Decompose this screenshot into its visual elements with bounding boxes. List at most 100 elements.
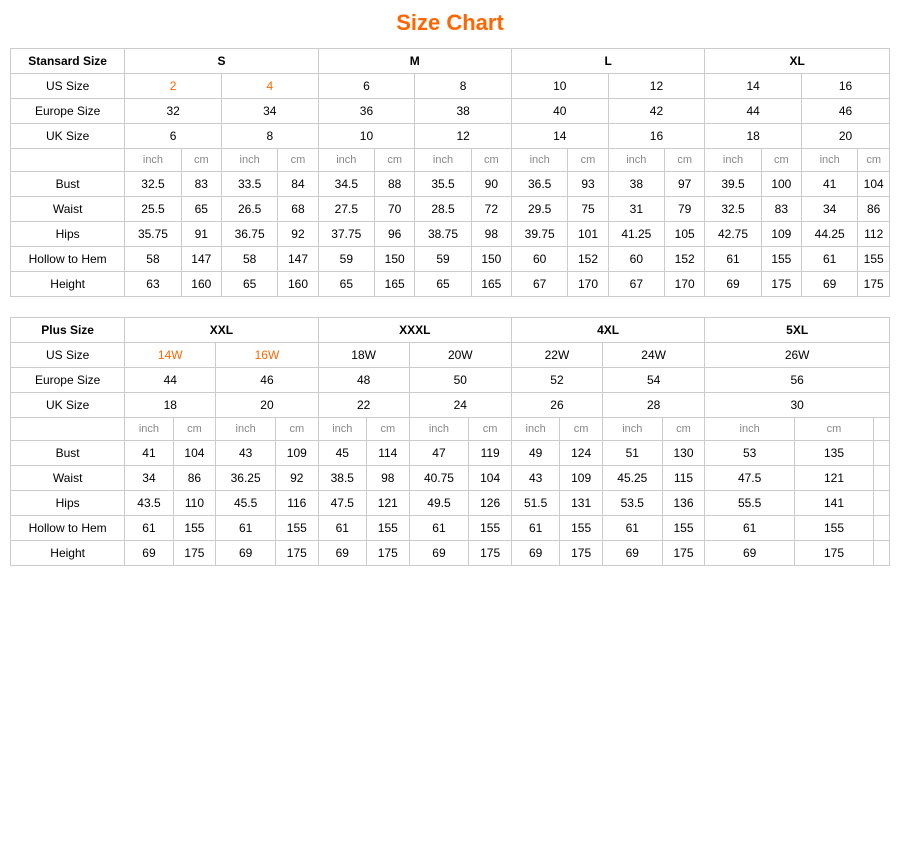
eu-val-7: 46 xyxy=(801,99,889,124)
plus-mval-5: 121 xyxy=(366,491,409,516)
measurement-val-4: 27.5 xyxy=(318,197,374,222)
measurement-val-10: 31 xyxy=(608,197,664,222)
plus-mval-7: 104 xyxy=(469,466,512,491)
plus-measurement-row: Height6917569175691756917569175691756917… xyxy=(11,541,890,566)
plus-mval-12: 53 xyxy=(705,441,795,466)
plus-mval-5: 175 xyxy=(366,541,409,566)
measurement-val-1: 65 xyxy=(181,197,221,222)
measurement-val-8: 36.5 xyxy=(511,172,567,197)
plus-mval-7: 175 xyxy=(469,541,512,566)
measurement-val-0: 35.75 xyxy=(125,222,181,247)
plus-mval-8: 69 xyxy=(511,541,559,566)
measurement-val-14: 34 xyxy=(801,197,857,222)
plus-unit-inch-1: inch xyxy=(216,418,276,441)
measurement-val-3: 147 xyxy=(278,247,318,272)
plus-empty xyxy=(11,418,125,441)
plus-mval-11: 155 xyxy=(662,516,705,541)
plus-unit-cm-6: cm xyxy=(794,418,873,441)
plus-mval-extra xyxy=(874,516,890,541)
plus-mval-0: 41 xyxy=(125,441,173,466)
measurement-val-1: 147 xyxy=(181,247,221,272)
plus-uk-5: 28 xyxy=(602,393,704,418)
plus-mval-4: 45 xyxy=(318,441,366,466)
us-val-5: 12 xyxy=(608,74,705,99)
measurement-label: Bust xyxy=(11,172,125,197)
plus-mval-13: 121 xyxy=(794,466,873,491)
us-val-6: 14 xyxy=(705,74,802,99)
measurement-val-15: 155 xyxy=(858,247,890,272)
measurement-val-2: 33.5 xyxy=(221,172,277,197)
measurement-val-11: 152 xyxy=(665,247,705,272)
measurement-val-13: 100 xyxy=(761,172,801,197)
measurement-val-0: 63 xyxy=(125,272,181,297)
measurement-val-5: 88 xyxy=(375,172,415,197)
plus-mval-10: 53.5 xyxy=(602,491,662,516)
measurement-val-7: 165 xyxy=(471,272,511,297)
measurement-val-11: 105 xyxy=(665,222,705,247)
measurement-val-5: 165 xyxy=(375,272,415,297)
size-xl: XL xyxy=(705,49,890,74)
plus-measurement-label: Height xyxy=(11,541,125,566)
uk-val-4: 14 xyxy=(511,124,608,149)
plus-uk-1: 20 xyxy=(216,393,318,418)
measurement-val-5: 70 xyxy=(375,197,415,222)
plus-unit-header-row: inchcminchcminchcminchcminchcminchcminch… xyxy=(11,418,890,441)
measurement-val-7: 72 xyxy=(471,197,511,222)
plus-unit-spare xyxy=(874,418,890,441)
plus-mval-10: 61 xyxy=(602,516,662,541)
measurement-val-15: 112 xyxy=(858,222,890,247)
plus-mval-11: 130 xyxy=(662,441,705,466)
measurement-val-2: 26.5 xyxy=(221,197,277,222)
plus-size-xxxl: XXXL xyxy=(318,318,511,343)
plus-mval-2: 69 xyxy=(216,541,276,566)
plus-unit-inch-6: inch xyxy=(705,418,795,441)
unit-cm-1: cm xyxy=(278,149,318,172)
us-val-4: 10 xyxy=(511,74,608,99)
plus-measurement-label: Hollow to Hem xyxy=(11,516,125,541)
plus-mval-4: 47.5 xyxy=(318,491,366,516)
plus-mval-0: 69 xyxy=(125,541,173,566)
chart-title: Size Chart xyxy=(10,10,890,36)
plus-eu-0: 44 xyxy=(125,368,216,393)
unit-inch-4: inch xyxy=(511,149,567,172)
us-val-3: 8 xyxy=(415,74,512,99)
unit-cm-7: cm xyxy=(858,149,890,172)
plus-us-6: 26W xyxy=(705,343,890,368)
plus-mval-1: 155 xyxy=(173,516,216,541)
plus-mval-11: 136 xyxy=(662,491,705,516)
measurement-val-3: 84 xyxy=(278,172,318,197)
us-val-0: 2 xyxy=(125,74,222,99)
plus-mval-0: 43.5 xyxy=(125,491,173,516)
plus-mval-9: 124 xyxy=(560,441,603,466)
plus-mval-7: 155 xyxy=(469,516,512,541)
measurement-val-10: 38 xyxy=(608,172,664,197)
plus-unit-cm-1: cm xyxy=(275,418,318,441)
uk-val-7: 20 xyxy=(801,124,889,149)
plus-mval-1: 86 xyxy=(173,466,216,491)
measurement-val-2: 36.75 xyxy=(221,222,277,247)
plus-uk-label: UK Size xyxy=(11,393,125,418)
plus-us-2: 18W xyxy=(318,343,409,368)
plus-mval-5: 98 xyxy=(366,466,409,491)
us-size-row: US Size 2 4 6 8 10 12 14 16 xyxy=(11,74,890,99)
plus-mval-5: 155 xyxy=(366,516,409,541)
plus-mval-2: 43 xyxy=(216,441,276,466)
measurement-val-0: 25.5 xyxy=(125,197,181,222)
measurement-val-3: 92 xyxy=(278,222,318,247)
unit-inch-7: inch xyxy=(801,149,857,172)
plus-unit-inch-0: inch xyxy=(125,418,173,441)
plus-mval-extra xyxy=(874,441,890,466)
plus-mval-3: 109 xyxy=(275,441,318,466)
uk-val-6: 18 xyxy=(705,124,802,149)
plus-size-label: Plus Size xyxy=(11,318,125,343)
measurement-val-8: 39.75 xyxy=(511,222,567,247)
measurement-val-13: 83 xyxy=(761,197,801,222)
measurement-val-14: 41 xyxy=(801,172,857,197)
measurement-val-15: 104 xyxy=(858,172,890,197)
measurement-val-8: 67 xyxy=(511,272,567,297)
measurement-row: Hollow to Hem581475814759150591506015260… xyxy=(11,247,890,272)
measurement-val-12: 32.5 xyxy=(705,197,761,222)
measurement-val-9: 152 xyxy=(568,247,608,272)
measurement-val-9: 75 xyxy=(568,197,608,222)
unit-cm-4: cm xyxy=(568,149,608,172)
